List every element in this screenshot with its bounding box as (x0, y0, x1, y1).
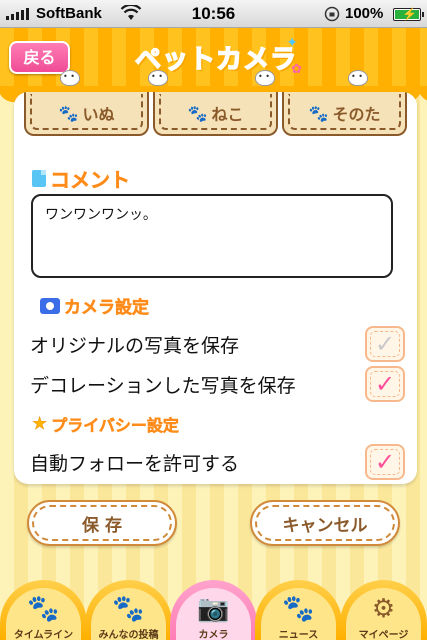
timeline-icon: 🐾 (27, 594, 60, 624)
comment-section-title: コメント (32, 164, 130, 193)
everyone-posts-icon: 🐾 (112, 594, 145, 624)
back-button[interactable]: 戻る (9, 41, 70, 74)
auto-follow-checkbox[interactable]: ✓ (365, 444, 405, 480)
tab-other[interactable]: 🐾 そのた (282, 92, 407, 136)
cat-icon: 🐾 (187, 103, 208, 123)
tab-camera[interactable]: 📷 カメラ (170, 580, 257, 640)
sparkle-icon: ✦ (286, 35, 298, 51)
save-button-label: 保 存 (82, 515, 122, 536)
tab-everyone-posts[interactable]: 🐾 みんなの投稿 (85, 580, 172, 640)
other-pet-icon: 🐾 (308, 103, 329, 123)
camera-settings-title: カメラ設定 (40, 293, 149, 318)
check-icon: ✓ (374, 370, 396, 398)
save-original-checkbox[interactable]: ✓ (365, 326, 405, 362)
auto-follow-row: 自動フォローを許可する ✓ (30, 444, 405, 480)
orientation-lock-icon (324, 6, 340, 22)
cat-face-icon (60, 70, 80, 86)
comment-input[interactable]: ワンワンワンッ。 (31, 194, 393, 278)
settings-panel: 🐾 いぬ 🐾 ねこ 🐾 そのた コメント ワンワンワンッ。 カメラ設定 オリジナ… (14, 92, 417, 484)
document-icon (32, 170, 46, 187)
dog-icon: 🐾 (58, 103, 79, 123)
tab-mypage[interactable]: ⚙ マイページ (340, 580, 427, 640)
camera-icon: 📷 (197, 594, 230, 624)
mypage-icon: ⚙ (371, 594, 396, 624)
news-icon: 🐾 (282, 594, 315, 624)
pet-type-tabs: 🐾 いぬ 🐾 ねこ 🐾 そのた (24, 92, 407, 136)
battery-icon: ⚡ (393, 7, 424, 21)
cancel-button[interactable]: キャンセル (250, 500, 400, 546)
tab-dog-label: いぬ (82, 105, 115, 124)
save-original-label: オリジナルの写真を保存 (30, 334, 240, 357)
privacy-settings-title: ★ プライバシー設定 (32, 414, 179, 436)
paw-icon: ✿ (291, 62, 302, 77)
star-icon: ★ (32, 414, 48, 435)
check-icon: ✓ (374, 330, 396, 358)
save-decorated-row: デコレーションした写真を保存 ✓ (30, 366, 405, 402)
bottom-tab-bar: 🐾 タイムライン 🐾 みんなの投稿 📷 カメラ 🐾 ニュース ⚙ マイページ (0, 580, 427, 640)
save-button[interactable]: 保 存 (27, 500, 177, 546)
cat-face-icon (148, 70, 168, 86)
save-original-row: オリジナルの写真を保存 ✓ (30, 326, 405, 362)
check-icon: ✓ (374, 448, 396, 476)
save-decorated-label: デコレーションした写真を保存 (30, 374, 296, 397)
save-decorated-checkbox[interactable]: ✓ (365, 366, 405, 402)
cat-face-icon (255, 70, 275, 86)
auto-follow-label: 自動フォローを許可する (30, 452, 240, 475)
status-bar: SoftBank 10:56 100% ⚡ (0, 0, 427, 28)
tab-cat[interactable]: 🐾 ねこ (153, 92, 278, 136)
tab-timeline[interactable]: 🐾 タイムライン (0, 580, 87, 640)
camera-icon (40, 297, 60, 314)
tab-cat-label: ねこ (211, 105, 244, 124)
cancel-button-label: キャンセル (282, 515, 368, 536)
tab-dog[interactable]: 🐾 いぬ (24, 92, 149, 136)
tab-other-label: そのた (332, 105, 381, 124)
cat-face-icon (348, 70, 368, 86)
battery-percent: 100% (345, 5, 384, 22)
tab-news[interactable]: 🐾 ニュース (255, 580, 342, 640)
